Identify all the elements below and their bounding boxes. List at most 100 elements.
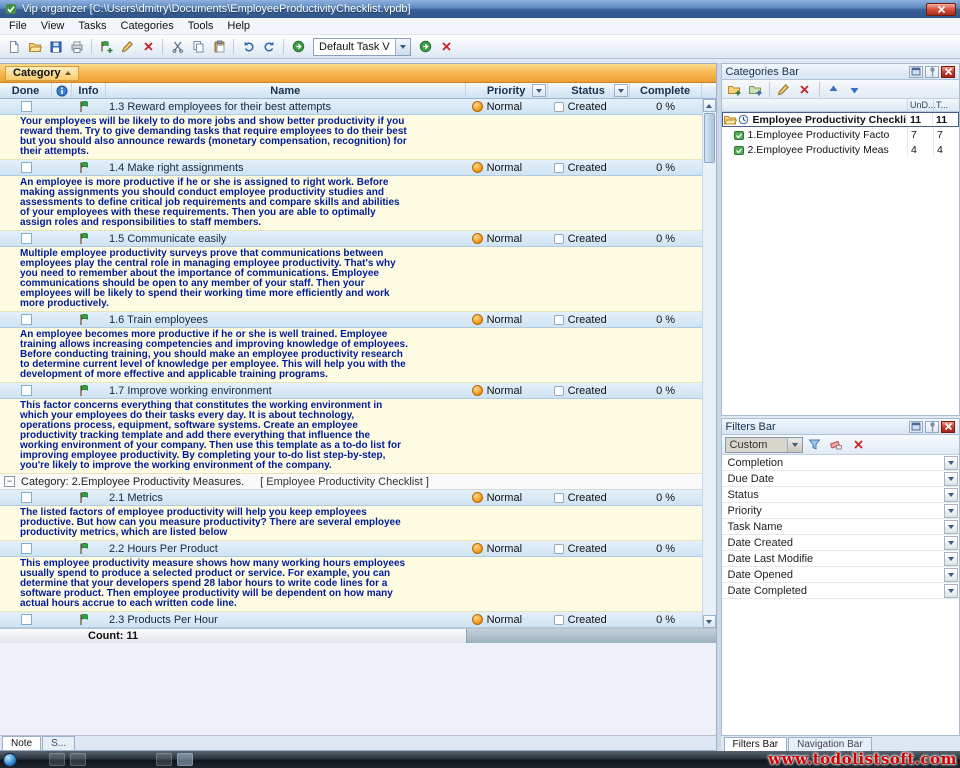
panel-window-button[interactable] [909, 66, 923, 78]
menu-tools[interactable]: Tools [181, 19, 221, 33]
task-row[interactable]: 1.3 Reward employees for their best atte… [0, 99, 702, 115]
filter-dropdown-button[interactable] [944, 568, 958, 582]
panel-window-button[interactable] [909, 421, 923, 433]
menu-file[interactable]: File [2, 19, 34, 33]
panel-close-button[interactable] [941, 66, 955, 78]
redo-button[interactable] [259, 37, 279, 57]
undo-button[interactable] [238, 37, 258, 57]
copy-button[interactable] [188, 37, 208, 57]
column-header-priority[interactable]: Priority [466, 83, 548, 98]
task-done-checkbox[interactable] [21, 492, 32, 503]
pencil-button[interactable] [117, 37, 137, 57]
eraser-button[interactable] [827, 435, 847, 455]
task-row[interactable]: 1.4 Make right assignmentsNormalCreated0… [0, 160, 702, 176]
task-row[interactable]: 1.6 Train employeesNormalCreated0 % [0, 312, 702, 328]
title-bar[interactable]: Vip organizer [C:\Users\dmitry\Documents… [0, 0, 960, 18]
task-done-checkbox[interactable] [21, 314, 32, 325]
new-file-button[interactable] [4, 37, 24, 57]
task-done-checkbox[interactable] [21, 614, 32, 625]
filter-dropdown-button[interactable] [944, 472, 958, 486]
scroll-up-button[interactable] [703, 99, 716, 112]
column-header-done[interactable]: Done [0, 83, 52, 98]
scrollbar-thumb[interactable] [704, 113, 715, 163]
filter-row-date-completed[interactable]: Date Completed [722, 583, 959, 599]
taskbar-item[interactable] [49, 753, 65, 766]
collapse-icon[interactable]: − [4, 476, 15, 487]
menu-categories[interactable]: Categories [114, 19, 181, 33]
category-tree-item-1-employee-productivity-facto[interactable]: 1.Employee Productivity Facto77 [722, 127, 959, 142]
vertical-scrollbar[interactable] [702, 99, 716, 628]
priority-filter-dropdown[interactable] [532, 84, 546, 97]
panel-pin-button[interactable] [925, 421, 939, 433]
taskbar-item-active[interactable] [177, 753, 193, 766]
arrow-down-button[interactable] [845, 79, 865, 99]
filter-dropdown-button[interactable] [944, 488, 958, 502]
tab-filters-bar[interactable]: Filters Bar [724, 737, 788, 751]
funnel-button[interactable] [805, 435, 825, 455]
task-row[interactable]: 2.1 MetricsNormalCreated0 % [0, 490, 702, 506]
taskbar-item[interactable] [70, 753, 86, 766]
category-tree-item-employee-productivity-checkli[interactable]: Employee Productivity Checkli1111 [722, 112, 959, 127]
delete-red-button[interactable] [437, 37, 457, 57]
new-task-button[interactable] [96, 37, 116, 57]
open-file-button[interactable] [25, 37, 45, 57]
task-done-checkbox[interactable] [21, 543, 32, 554]
group-by-category-chip[interactable]: Category [5, 66, 79, 81]
task-view-combo[interactable]: Default Task V [313, 38, 411, 56]
cut-button[interactable] [167, 37, 187, 57]
task-done-checkbox[interactable] [21, 162, 32, 173]
filter-dropdown-button[interactable] [944, 456, 958, 470]
scroll-down-button[interactable] [703, 615, 716, 628]
filter-row-status[interactable]: Status [722, 487, 959, 503]
add-category-button[interactable] [724, 79, 744, 99]
pencil-button[interactable] [774, 79, 794, 99]
chevron-down-icon[interactable] [395, 39, 410, 55]
paste-button[interactable] [209, 37, 229, 57]
filter-row-task-name[interactable]: Task Name [722, 519, 959, 535]
category-group-row[interactable]: −Category: 2.Employee Productivity Measu… [0, 474, 702, 490]
scrollbar-track[interactable] [703, 164, 716, 615]
filter-row-due-date[interactable]: Due Date [722, 471, 959, 487]
filter-dropdown-button[interactable] [944, 504, 958, 518]
category-tree-item-2-employee-productivity-meas[interactable]: 2.Employee Productivity Meas44 [722, 142, 959, 157]
filter-dropdown-button[interactable] [944, 584, 958, 598]
menu-help[interactable]: Help [220, 19, 257, 33]
filter-row-completion[interactable]: Completion [722, 455, 959, 471]
chevron-down-icon[interactable] [787, 438, 802, 452]
start-button[interactable] [3, 753, 17, 767]
panel-close-button[interactable] [941, 421, 955, 433]
delete-red-button[interactable] [795, 79, 815, 99]
save-button[interactable] [46, 37, 66, 57]
task-done-checkbox[interactable] [21, 101, 32, 112]
task-row[interactable]: 2.3 Products Per HourNormalCreated0 % [0, 612, 702, 628]
column-header-status[interactable]: Status [548, 83, 630, 98]
column-header-name[interactable]: Name [106, 83, 466, 98]
filter-row-date-created[interactable]: Date Created [722, 535, 959, 551]
filter-dropdown-button[interactable] [944, 520, 958, 534]
delete-red-button[interactable] [849, 435, 869, 455]
tab-note[interactable]: Note [2, 736, 41, 750]
task-row[interactable]: 1.5 Communicate easilyNormalCreated0 % [0, 231, 702, 247]
go-green-button[interactable] [416, 37, 436, 57]
tab-navigation-bar[interactable]: Navigation Bar [788, 737, 872, 751]
taskbar-item[interactable] [156, 753, 172, 766]
print-button[interactable] [67, 37, 87, 57]
task-row[interactable]: 1.7 Improve working environmentNormalCre… [0, 383, 702, 399]
task-done-checkbox[interactable] [21, 385, 32, 396]
task-done-checkbox[interactable] [21, 233, 32, 244]
column-header-indicator[interactable] [52, 83, 72, 98]
filter-row-date-last-modifie[interactable]: Date Last Modifie [722, 551, 959, 567]
close-button[interactable] [926, 3, 956, 16]
filter-dropdown-button[interactable] [944, 536, 958, 550]
go-green-button[interactable] [288, 37, 308, 57]
filter-row-date-opened[interactable]: Date Opened [722, 567, 959, 583]
arrow-up-button[interactable] [824, 79, 844, 99]
filter-preset-combo[interactable]: Custom [725, 437, 803, 453]
add-subcategory-button[interactable] [745, 79, 765, 99]
panel-pin-button[interactable] [925, 66, 939, 78]
column-header-info[interactable]: Info [72, 83, 106, 98]
tab-s[interactable]: S... [42, 736, 75, 750]
delete-red-button[interactable] [138, 37, 158, 57]
menu-view[interactable]: View [34, 19, 72, 33]
filter-row-priority[interactable]: Priority [722, 503, 959, 519]
